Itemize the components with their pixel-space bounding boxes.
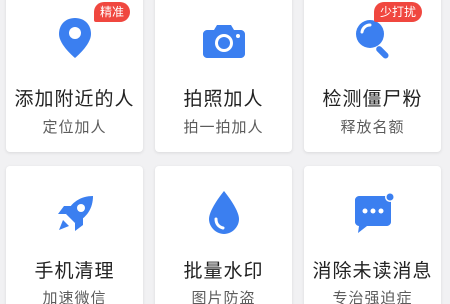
card-subtitle: 拍一拍加人 xyxy=(183,118,264,136)
card-subtitle: 释放名额 xyxy=(340,118,405,136)
card-photo-add[interactable]: 拍照加人 拍一拍加人 xyxy=(155,0,292,152)
badge-precise: 精准 xyxy=(94,2,131,22)
card-title: 消除未读消息 xyxy=(312,260,433,282)
feature-grid: 精准 添加附近的人 定位加人 拍照加人 拍一拍加人 少打扰 检测僵尸粉 释放名额 xyxy=(0,0,450,304)
card-title: 手机清理 xyxy=(34,260,115,282)
card-title: 批量水印 xyxy=(183,260,264,282)
card-subtitle: 加速微信 xyxy=(42,289,107,304)
card-clear-unread[interactable]: 消除未读消息 专治强迫症 xyxy=(304,166,441,304)
card-batch-watermark[interactable]: 批量水印 图片防盗 xyxy=(155,166,292,304)
badge-less-disturb: 少打扰 xyxy=(374,2,423,22)
card-subtitle: 图片防盗 xyxy=(191,289,256,304)
card-title: 添加附近的人 xyxy=(14,88,135,110)
card-subtitle: 专治强迫症 xyxy=(332,289,413,304)
card-title: 拍照加人 xyxy=(183,88,264,110)
camera-icon xyxy=(200,16,248,64)
location-pin-icon xyxy=(51,14,99,62)
card-phone-cleanup[interactable]: 手机清理 加速微信 xyxy=(6,166,143,304)
card-nearby-people[interactable]: 精准 添加附近的人 定位加人 xyxy=(6,0,143,152)
chat-bubble-icon xyxy=(349,190,397,238)
card-title: 检测僵尸粉 xyxy=(322,88,423,110)
water-drop-icon xyxy=(200,188,248,236)
card-detect-zombie-fans[interactable]: 少打扰 检测僵尸粉 释放名额 xyxy=(304,0,441,152)
rocket-icon xyxy=(51,190,99,238)
card-subtitle: 定位加人 xyxy=(42,118,107,136)
